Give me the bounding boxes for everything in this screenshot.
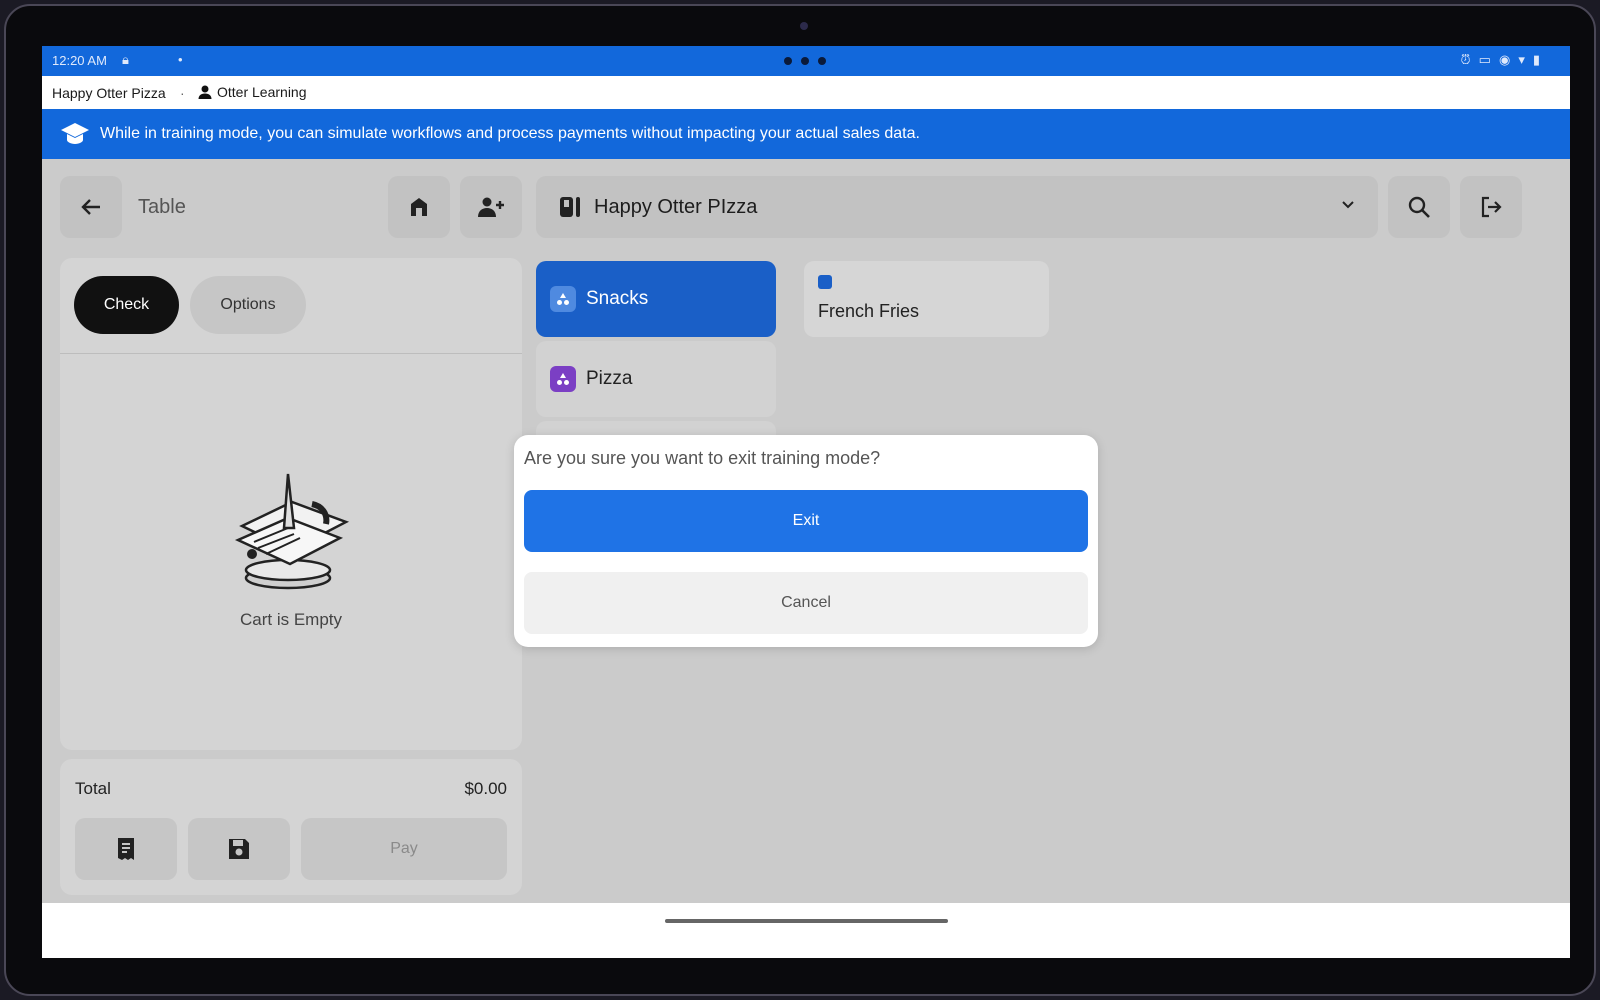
store-dropdown-label: Happy Otter PIzza: [594, 196, 758, 218]
tab-check[interactable]: Check: [74, 276, 179, 334]
store-name: Happy Otter Pizza: [52, 85, 166, 101]
register-icon: [560, 197, 580, 217]
battery-icon: ▮: [1532, 52, 1540, 67]
logout-icon: [1481, 196, 1502, 218]
total-value: $0.00: [464, 779, 507, 798]
lock-icon: 🔒︎: [122, 52, 129, 67]
dot-icon: •: [178, 52, 183, 67]
category-badge-icon: [550, 366, 576, 392]
person-add-icon: [478, 197, 504, 217]
receipt-button[interactable]: [75, 818, 177, 880]
wifi-icon: ▾: [1518, 52, 1525, 67]
receipt-icon: [118, 838, 134, 860]
separator: ·: [180, 85, 185, 101]
tab-options[interactable]: Options: [190, 276, 306, 334]
pay-button[interactable]: Pay: [301, 818, 507, 880]
user-chip[interactable]: Otter Learning: [197, 84, 307, 100]
graduation-cap-icon: [61, 123, 89, 144]
empty-cart-text: Cart is Empty: [239, 610, 343, 629]
dialog-message: Are you sure you want to exit training m…: [524, 448, 881, 468]
chevron-down-icon: [1342, 201, 1354, 209]
navigation-bar: [42, 903, 1570, 958]
screen: 12:20 AM 🔒︎ • ⏰︎ ▭ ◉ ▾ ▮ Happy Otter Piz…: [42, 46, 1570, 958]
item-color-swatch: [818, 275, 832, 289]
storefront-icon: [411, 198, 427, 216]
person-icon: [198, 85, 212, 99]
camera-dot: [800, 22, 808, 30]
exit-training-dialog: Are you sure you want to exit training m…: [514, 435, 1098, 647]
store-dropdown[interactable]: Happy Otter PIzza: [536, 176, 1378, 238]
save-button[interactable]: [188, 818, 290, 880]
category-pizza[interactable]: Pizza: [536, 341, 776, 417]
total-panel: Total $0.00 Pay: [60, 759, 522, 895]
total-label: Total: [75, 779, 111, 798]
info-bar: Happy Otter Pizza · Otter Learning: [42, 76, 1570, 109]
user-name: Otter Learning: [217, 84, 307, 100]
category-label: Pizza: [586, 368, 633, 389]
training-banner-text: While in training mode, you can simulate…: [100, 125, 920, 142]
arrow-left-icon: [81, 199, 100, 215]
category-label: Snacks: [586, 288, 649, 309]
empty-cart-illustration: [234, 473, 350, 590]
cancel-button[interactable]: Cancel: [524, 572, 1088, 634]
window-control-dots[interactable]: [784, 57, 826, 65]
training-banner: While in training mode, you can simulate…: [42, 109, 1570, 159]
save-icon: [229, 839, 249, 859]
cast-icon: ▭: [1478, 52, 1491, 67]
menu-item-label: French Fries: [818, 301, 920, 321]
menu-item-french-fries[interactable]: French Fries: [804, 261, 1049, 337]
logout-button[interactable]: [1460, 176, 1522, 238]
category-badge-icon: [550, 286, 576, 312]
status-icons: ⏰︎ ▭ ◉ ▾ ▮: [1461, 52, 1540, 68]
divider: [60, 353, 522, 354]
home-gesture-handle[interactable]: [665, 919, 948, 923]
vibrate-icon: ◉: [1498, 52, 1511, 67]
table-label[interactable]: Table: [138, 196, 186, 219]
store-button[interactable]: [388, 176, 450, 238]
search-icon: [1408, 196, 1430, 218]
status-time: 12:20 AM: [52, 53, 107, 68]
exit-button[interactable]: Exit: [524, 490, 1088, 552]
alarm-icon: ⏰︎: [1460, 52, 1471, 67]
back-button[interactable]: [60, 176, 122, 238]
add-customer-button[interactable]: [460, 176, 522, 238]
tablet-frame: 12:20 AM 🔒︎ • ⏰︎ ▭ ◉ ▾ ▮ Happy Otter Piz…: [4, 4, 1596, 996]
cart-panel: Check Options Cart is Empty: [60, 258, 522, 750]
category-snacks[interactable]: Snacks: [536, 261, 776, 337]
status-bar: 12:20 AM 🔒︎ • ⏰︎ ▭ ◉ ▾ ▮: [42, 46, 1570, 76]
search-button[interactable]: [1388, 176, 1450, 238]
